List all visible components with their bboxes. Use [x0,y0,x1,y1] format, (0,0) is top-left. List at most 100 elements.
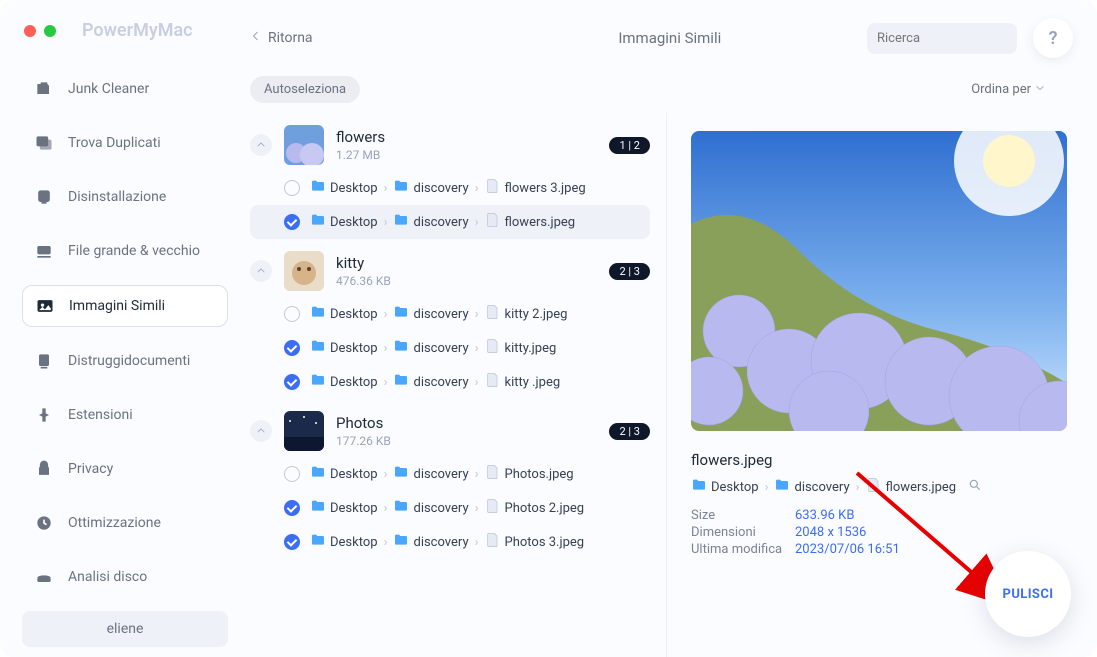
topbar: Ritorna Immagini Simili ? [238,0,1097,66]
path-seg: Desktop [330,341,378,356]
file-name: kitty 2.jpeg [505,307,568,322]
path-seg: discovery [413,307,468,322]
group-header[interactable]: Photos 177.26 KB 2 | 3 [250,399,650,457]
folder-icon [310,338,326,358]
file-name: Photos 3.jpeg [505,535,585,550]
path-seg: discovery [413,341,468,356]
preview-filename: flowers.jpeg [691,451,1067,469]
select-checkbox[interactable] [284,340,300,356]
help-button[interactable]: ? [1033,18,1073,58]
preview-pane: flowers.jpeg Desktop › discovery › flowe… [667,113,1097,657]
path-seg: Desktop [711,480,759,495]
nav-icon [34,405,54,425]
folder-icon [310,304,326,324]
page-title: Immagini Simili [489,29,851,47]
sidebar-item[interactable]: Immagini Simili [22,285,228,327]
select-checkbox[interactable] [284,180,300,196]
nav-icon [34,351,54,371]
path-seg: Desktop [330,535,378,550]
folder-icon [393,212,409,232]
sidebar-item-label: Trova Duplicati [68,135,161,151]
sidebar-item[interactable]: Estensioni [22,395,228,435]
nav-icon [34,567,54,587]
sidebar-item[interactable]: File grande & vecchio [22,231,228,271]
sidebar-item[interactable]: Junk Cleaner [22,69,228,109]
file-path: Desktop›discovery›Photos.jpeg [310,464,574,484]
file-row[interactable]: Desktop›discovery›Photos.jpeg [250,457,650,491]
folder-icon [393,464,409,484]
folder-icon [393,304,409,324]
sidebar-item[interactable]: Distruggidocumenti [22,341,228,381]
close-window-icon[interactable] [24,25,36,37]
collapse-toggle-icon[interactable] [250,260,272,282]
file-row[interactable]: Desktop›discovery›kitty 2.jpeg [250,297,650,331]
sort-by-button[interactable]: Ordina per [971,82,1045,97]
back-button[interactable]: Ritorna [250,30,313,46]
sidebar-item-label: Estensioni [68,407,133,423]
path-seg: discovery [413,467,468,482]
file-path: Desktop›discovery›Photos 3.jpeg [310,532,584,552]
folder-icon [393,498,409,518]
select-checkbox[interactable] [284,466,300,482]
folder-icon [310,498,326,518]
select-checkbox[interactable] [284,306,300,322]
sidebar-item-label: File grande & vecchio [68,243,200,259]
file-row[interactable]: Desktop›discovery›flowers 3.jpeg [250,171,650,205]
folder-icon [310,178,326,198]
nav-icon [34,133,54,153]
auto-select-button[interactable]: Autoseleziona [250,76,360,103]
select-checkbox[interactable] [284,534,300,550]
file-name: flowers.jpeg [505,215,576,230]
select-checkbox[interactable] [284,374,300,390]
file-row[interactable]: Desktop›discovery›Photos 3.jpeg [250,525,650,559]
zoom-window-icon[interactable] [44,25,56,37]
file-row[interactable]: Desktop›discovery›kitty .jpeg [250,365,650,399]
sidebar-nav: Junk Cleaner Trova Duplicati Disinstallazi… [22,69,228,597]
nav-icon [34,187,54,207]
file-name: kitty.jpeg [505,341,557,356]
folder-icon [393,338,409,358]
preview-path: Desktop › discovery › flowers.jpeg [691,477,1067,497]
group-header[interactable]: kitty 476.36 KB 2 | 3 [250,239,650,297]
nav-icon [34,513,54,533]
file-icon [485,212,501,232]
search-box[interactable] [867,23,1017,54]
result-group: flowers 1.27 MB 1 | 2 Desktop›discovery›… [250,113,666,239]
path-seg: discovery [413,181,468,196]
file-icon [485,464,501,484]
sidebar-item[interactable]: Analisi disco [22,557,228,597]
user-chip[interactable]: eliene [22,611,228,647]
sidebar-item[interactable]: Disinstallazione [22,177,228,217]
group-thumbnail [284,125,324,165]
file-path: Desktop›discovery›flowers 3.jpeg [310,178,586,198]
file-row[interactable]: Desktop›discovery›flowers.jpeg [250,205,650,239]
nav-icon [35,296,55,316]
nav-icon [34,459,54,479]
sidebar-item[interactable]: Ottimizzazione [22,503,228,543]
file-row[interactable]: Desktop›discovery›Photos 2.jpeg [250,491,650,525]
sidebar-item-label: Immagini Simili [69,298,165,314]
file-icon [485,178,501,198]
reveal-in-finder-icon[interactable] [968,478,982,496]
search-input[interactable] [877,31,1043,46]
brand-title: PowerMyMac [82,20,193,41]
group-header[interactable]: flowers 1.27 MB 1 | 2 [250,113,650,171]
group-name: flowers [336,128,597,146]
select-checkbox[interactable] [284,500,300,516]
folder-icon [393,178,409,198]
file-icon [485,338,501,358]
sidebar-item[interactable]: Trova Duplicati [22,123,228,163]
clean-button[interactable]: PULISCI [985,551,1071,637]
sidebar-item[interactable]: Privacy [22,449,228,489]
file-path: Desktop›discovery›flowers.jpeg [310,212,575,232]
folder-icon [393,532,409,552]
folder-icon [310,212,326,232]
select-checkbox[interactable] [284,214,300,230]
collapse-toggle-icon[interactable] [250,420,272,442]
meta-mod-value: 2023/07/06 16:51 [795,542,900,557]
file-row[interactable]: Desktop›discovery›kitty.jpeg [250,331,650,365]
sidebar-item-label: Distruggidocumenti [68,353,190,369]
group-size: 1.27 MB [336,148,597,162]
file-path: Desktop›discovery›kitty .jpeg [310,372,560,392]
collapse-toggle-icon[interactable] [250,134,272,156]
